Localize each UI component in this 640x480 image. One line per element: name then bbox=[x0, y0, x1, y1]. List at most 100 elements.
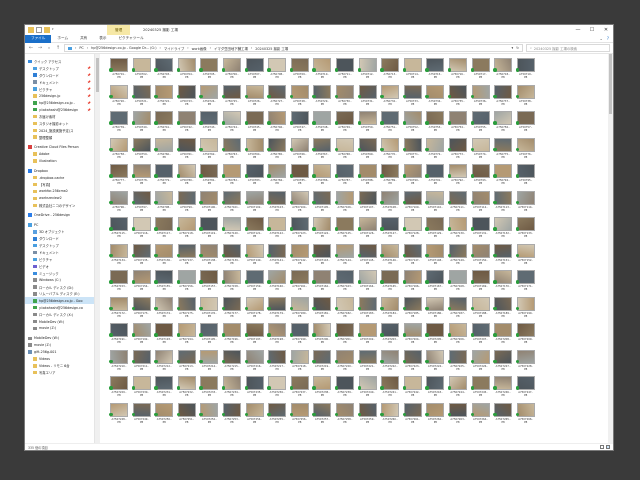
file-item[interactable]: A750724.. P8 bbox=[198, 84, 221, 112]
file-item[interactable]: A750752.. P8 bbox=[402, 111, 425, 138]
sidebar-item[interactable]: movie (Z:) bbox=[25, 342, 94, 349]
file-item[interactable]: A7507259.. P8 bbox=[357, 402, 380, 430]
file-item[interactable]: A7507133.. P8 bbox=[515, 217, 538, 244]
file-item[interactable]: A7507121.. P8 bbox=[244, 217, 267, 244]
file-item[interactable]: A750727.. P8 bbox=[266, 84, 289, 112]
file-item[interactable]: A750740.. P8 bbox=[131, 111, 154, 138]
file-item[interactable]: A750779.. P8 bbox=[153, 164, 176, 191]
sidebar-item[interactable]: 写真エリア bbox=[25, 369, 94, 376]
file-item[interactable]: A750755.. P8 bbox=[470, 111, 493, 138]
ribbon-expand-icon[interactable]: ⌄ bbox=[600, 36, 603, 41]
breadcrumb-work[interactable]: work画像 bbox=[192, 46, 207, 51]
file-item[interactable]: A7507233.. P8 bbox=[198, 376, 221, 403]
file-item[interactable]: A7507220.. P8 bbox=[334, 349, 357, 377]
file-item[interactable]: A7507207.. P8 bbox=[470, 323, 493, 350]
qat-dropdown-icon[interactable]: ▾ bbox=[52, 27, 58, 33]
file-item[interactable]: A7507184.. P8 bbox=[379, 296, 402, 324]
file-item[interactable]: A7507258.. P8 bbox=[334, 402, 357, 430]
file-item[interactable]: A750720.. P8 bbox=[108, 84, 131, 112]
file-item[interactable]: A7507179.. P8 bbox=[266, 296, 289, 324]
file-item[interactable]: A750706.. P8 bbox=[221, 58, 244, 85]
sidebar-item[interactable]: 整理整頓 bbox=[25, 134, 94, 141]
file-item[interactable]: A7507169.. P8 bbox=[470, 270, 493, 297]
file-item[interactable]: A7507212.. P8 bbox=[153, 349, 176, 377]
file-item[interactable]: A7507209.. P8 bbox=[515, 323, 538, 350]
file-item[interactable]: A7507257.. P8 bbox=[311, 402, 334, 430]
file-item[interactable]: A7507223.. P8 bbox=[402, 349, 425, 377]
sidebar-item[interactable]: MobileDev (W:) bbox=[25, 335, 94, 342]
file-item[interactable]: A750707.. P8 bbox=[244, 58, 267, 85]
file-item[interactable]: A7507191.. P8 bbox=[108, 323, 131, 350]
file-item[interactable]: A7507122.. P8 bbox=[266, 217, 289, 244]
file-item[interactable]: A7507228.. P8 bbox=[515, 349, 538, 377]
sidebar-item[interactable]: MobileDev (W:) bbox=[25, 318, 94, 325]
file-item[interactable]: A7507188.. P8 bbox=[470, 296, 493, 324]
file-item[interactable]: A7507145.. P8 bbox=[357, 243, 380, 271]
file-item[interactable]: A7507230.. P8 bbox=[131, 376, 154, 403]
file-item[interactable]: A750784.. P8 bbox=[266, 164, 289, 191]
file-item[interactable]: A7507174.. P8 bbox=[153, 296, 176, 324]
file-item[interactable]: A7507236.. P8 bbox=[266, 376, 289, 403]
file-item[interactable]: A7507239.. P8 bbox=[334, 376, 357, 403]
file-item[interactable]: A7507265.. P8 bbox=[492, 402, 515, 430]
file-item[interactable]: A7507246.. P8 bbox=[492, 376, 515, 403]
file-item[interactable]: A7507120.. P8 bbox=[221, 217, 244, 244]
file-item[interactable]: A7507243.. P8 bbox=[424, 376, 447, 403]
tab-view[interactable]: 表示 bbox=[93, 35, 112, 43]
sidebar-item[interactable]: y.takahashi@256design.co bbox=[25, 304, 94, 311]
file-item[interactable]: A7507104.. P8 bbox=[289, 190, 312, 218]
file-item[interactable]: A7507201.. P8 bbox=[334, 323, 357, 350]
file-item[interactable]: A750735.. P8 bbox=[447, 84, 470, 112]
file-item[interactable]: A7507162.. P8 bbox=[311, 270, 334, 297]
file-item[interactable]: A7507177.. P8 bbox=[221, 296, 244, 324]
minimize-button[interactable]: — bbox=[571, 25, 585, 35]
file-item[interactable]: A7507151.. P8 bbox=[492, 243, 515, 271]
file-item[interactable]: A750798.. P8 bbox=[153, 190, 176, 218]
file-item[interactable]: A750778.. P8 bbox=[131, 164, 154, 191]
sidebar-item[interactable]: ダウンロード 📌 bbox=[25, 72, 94, 79]
file-item[interactable]: A750793.. P8 bbox=[470, 164, 493, 191]
file-item[interactable]: A750709.. P8 bbox=[289, 58, 312, 85]
file-item[interactable]: A750722.. P8 bbox=[153, 84, 176, 112]
file-item[interactable]: A7507200.. P8 bbox=[311, 323, 334, 350]
properties-icon[interactable] bbox=[36, 27, 42, 33]
file-item[interactable]: A7507155.. P8 bbox=[153, 270, 176, 297]
sidebar-item[interactable]: Adobe bbox=[25, 151, 94, 158]
sidebar-item[interactable]: Creative Cloud Files Person bbox=[25, 144, 94, 151]
file-item[interactable]: A7507108.. P8 bbox=[379, 190, 402, 218]
sidebar-item[interactable]: .dropbox.cache bbox=[25, 174, 94, 181]
sidebar-item[interactable]: デスクトップ bbox=[25, 242, 94, 249]
sidebar-item[interactable]: ピクチャ bbox=[25, 256, 94, 263]
file-item[interactable]: A7507262.. P8 bbox=[424, 402, 447, 430]
file-item[interactable]: A7507173.. P8 bbox=[131, 296, 154, 324]
file-item[interactable]: A7507261.. P8 bbox=[402, 402, 425, 430]
file-item[interactable]: A750788.. P8 bbox=[357, 164, 380, 191]
file-item[interactable]: A7507164.. P8 bbox=[357, 270, 380, 297]
file-item[interactable]: A750731.. P8 bbox=[357, 84, 380, 112]
file-item[interactable]: A750769.. P8 bbox=[357, 137, 380, 165]
file-item[interactable]: A750785.. P8 bbox=[289, 164, 312, 191]
file-item[interactable]: A7507216.. P8 bbox=[244, 349, 267, 377]
address-bar[interactable]: › PC › hp@256design.co.jp - Google Dr...… bbox=[64, 44, 523, 52]
file-item[interactable]: A7507198.. P8 bbox=[266, 323, 289, 350]
sidebar-item[interactable]: ローカル ディスク (D:) bbox=[25, 284, 94, 291]
file-item[interactable]: A7507186.. P8 bbox=[424, 296, 447, 324]
file-item[interactable]: A7507178.. P8 bbox=[244, 296, 267, 324]
file-item[interactable]: A7507152.. P8 bbox=[515, 243, 538, 271]
file-item[interactable]: A750792.. P8 bbox=[447, 164, 470, 191]
file-item[interactable]: A750786.. P8 bbox=[311, 164, 334, 191]
forward-icon[interactable]: → bbox=[37, 45, 43, 51]
sidebar-item[interactable]: ダウンロード bbox=[25, 235, 94, 242]
file-item[interactable]: A750760.. P8 bbox=[153, 137, 176, 165]
file-item[interactable]: A750765.. P8 bbox=[266, 137, 289, 165]
file-item[interactable]: A7507196.. P8 bbox=[221, 323, 244, 350]
sidebar-item[interactable]: 3D オブジェクト bbox=[25, 228, 94, 235]
file-item[interactable]: A750718.. P8 bbox=[492, 58, 515, 85]
sidebar-item[interactable]: worksreview2 bbox=[25, 195, 94, 202]
refresh-icon[interactable]: ↻ bbox=[516, 46, 519, 50]
new-folder-icon[interactable] bbox=[44, 27, 50, 33]
file-item[interactable]: A750750.. P8 bbox=[357, 111, 380, 138]
file-item[interactable]: A750771.. P8 bbox=[402, 137, 425, 165]
file-item[interactable]: A7507116.. P8 bbox=[131, 217, 154, 244]
file-item[interactable]: A7507125.. P8 bbox=[334, 217, 357, 244]
